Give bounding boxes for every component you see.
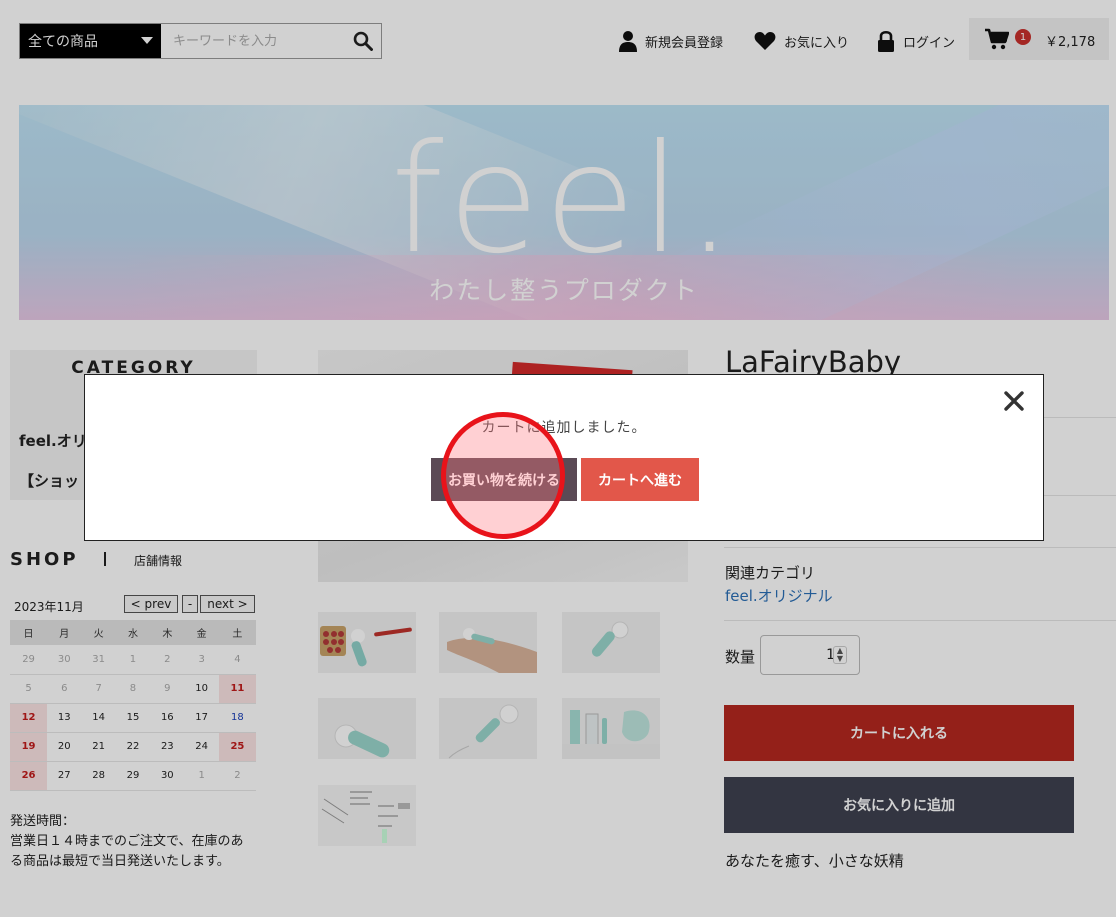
go-to-cart-button[interactable]: カートへ進む [581,458,699,501]
modal-message: カートに追加しました。 [481,420,647,436]
continue-shopping-button[interactable]: お買い物を続ける [431,458,577,501]
close-button[interactable] [1002,389,1026,413]
close-icon [1004,391,1024,411]
added-to-cart-modal: カートに追加しました。 お買い物を続ける カートへ進む [84,374,1044,541]
